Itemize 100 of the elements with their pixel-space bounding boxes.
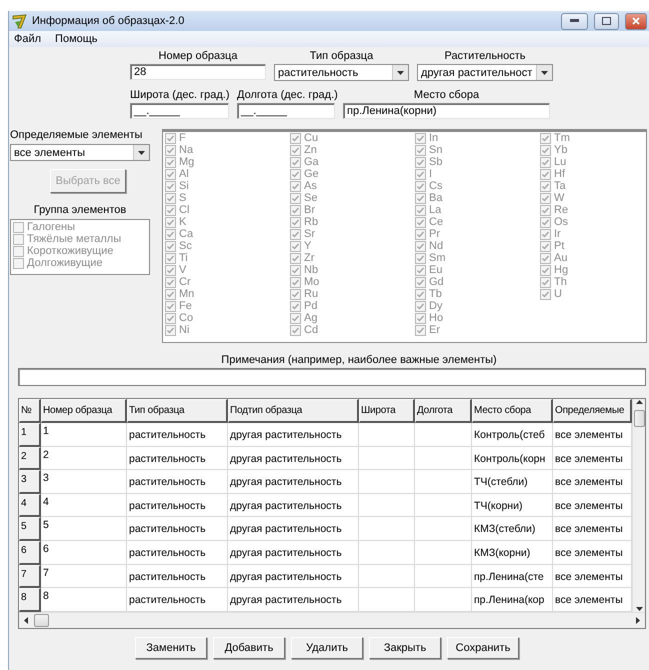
table-cell: пр.Ленина(сте: [472, 564, 553, 588]
table-cell: [359, 423, 415, 447]
action-button[interactable]: Сохранить: [447, 637, 519, 659]
column-header[interactable]: Подтип образца: [228, 399, 359, 423]
checkbox-label: Hf: [554, 168, 565, 180]
checkbox-label: K: [179, 216, 186, 228]
checkbox-label: Ho: [429, 312, 444, 324]
action-button[interactable]: Добавить: [213, 637, 285, 659]
table-cell: [415, 540, 472, 565]
row-header[interactable]: 4: [19, 494, 41, 518]
row-header[interactable]: 6: [19, 540, 41, 565]
elements-dropdown[interactable]: все элементы: [10, 144, 150, 161]
checkbox-label: Mo: [304, 276, 320, 288]
table-cell: растительность: [127, 540, 228, 565]
table-cell: [415, 517, 472, 541]
table-cell: Контроль(корн: [472, 446, 553, 470]
table-cell: растительность: [127, 423, 228, 447]
row-header[interactable]: 8: [19, 588, 41, 612]
column-header[interactable]: Широта: [359, 399, 415, 423]
sample-type-dropdown[interactable]: растительность: [274, 64, 409, 81]
table-cell: 6: [41, 540, 127, 565]
table-cell: ТЧ(стебли): [472, 470, 553, 494]
field-label: Примечания (например, наиболее важные элементы): [221, 354, 497, 366]
checkbox-label: Ca: [179, 228, 194, 240]
row-header[interactable]: 2: [19, 446, 41, 470]
place-field[interactable]: пр.Ленина(корни): [343, 103, 550, 119]
maximize-icon: [602, 17, 611, 25]
column-header[interactable]: Место сбора: [472, 399, 553, 423]
checkbox-label: Ga: [304, 156, 319, 168]
checkbox-label: Se: [304, 192, 318, 204]
scroll-thumb[interactable]: [34, 614, 49, 627]
scroll-up-icon: [636, 399, 642, 406]
action-button[interactable]: Заменить: [135, 637, 207, 659]
table-cell: растительность: [127, 446, 228, 470]
checkbox-label: Eu: [429, 264, 442, 276]
table-cell: растительность: [127, 494, 228, 518]
checkbox-label: Тяжёлые металлы: [27, 233, 122, 245]
row-header[interactable]: 7: [19, 564, 41, 588]
close-button[interactable]: [625, 12, 647, 30]
checkbox-label: Zn: [304, 144, 317, 156]
action-button[interactable]: Удалить: [291, 637, 363, 659]
checkbox-label: Er: [429, 324, 440, 336]
row-header[interactable]: 5: [19, 517, 41, 541]
menu-item[interactable]: Файл: [14, 33, 42, 45]
checkbox-label: U: [554, 288, 562, 300]
table-cell: [415, 446, 472, 470]
checkbox-label: Pt: [554, 240, 564, 252]
column-header[interactable]: Долгота: [415, 399, 472, 423]
app-logo-icon: [12, 14, 28, 28]
latitude-field[interactable]: __._____: [130, 103, 229, 119]
dropdown-arrow-icon: [397, 69, 404, 76]
menu-item[interactable]: Помощь: [55, 33, 98, 45]
field-label: Растительность: [443, 50, 527, 62]
checkbox-label: Sb: [429, 156, 442, 168]
window-title: Информация об образцах-2.0: [32, 15, 186, 27]
minimize-button[interactable]: [561, 12, 588, 30]
table-cell: другая растительность: [228, 494, 359, 518]
checkbox-label: Br: [304, 204, 315, 216]
table-cell: растительность: [127, 470, 228, 494]
field-label: Широта (дес. град.): [130, 89, 229, 101]
table-cell: 3: [41, 470, 127, 494]
column-header[interactable]: Номер образца: [41, 399, 127, 423]
table-cell: другая растительность: [228, 564, 359, 588]
checkbox-label: Tb: [429, 288, 442, 300]
checkbox-label: F: [179, 132, 186, 144]
sample-number-field[interactable]: 28: [130, 64, 266, 80]
horizontal-scrollbar[interactable]: [19, 612, 645, 628]
checkbox-label: Fe: [179, 300, 192, 312]
table-cell: растительность: [127, 564, 228, 588]
maximize-button[interactable]: [594, 12, 619, 30]
checkbox-label: Hg: [554, 264, 568, 276]
checkbox-label: Pr: [429, 228, 440, 240]
dropdown-arrow-icon: [138, 149, 145, 156]
row-header[interactable]: 3: [19, 470, 41, 494]
table-cell: КМЗ(стебли): [472, 517, 553, 541]
scroll-thumb[interactable]: [634, 410, 644, 427]
checkbox-label: Mg: [179, 156, 194, 168]
column-header[interactable]: №: [19, 399, 41, 423]
column-header[interactable]: Определяемые: [553, 399, 632, 423]
checkbox-label: Tm: [554, 132, 570, 144]
longitude-field[interactable]: __._____: [237, 103, 335, 119]
row-header[interactable]: 1: [19, 423, 41, 447]
table-cell: КМЗ(корни): [472, 540, 553, 565]
checkbox-label: Sr: [304, 228, 315, 240]
table-cell: другая растительность: [228, 470, 359, 494]
column-header[interactable]: Тип образца: [127, 399, 228, 423]
table-cell: другая растительность: [228, 423, 359, 447]
checkbox-label: Rb: [304, 216, 318, 228]
table-cell: 1: [41, 423, 127, 447]
table-cell: [415, 470, 472, 494]
checkbox-label: Cr: [179, 276, 191, 288]
notes-field[interactable]: [18, 368, 646, 386]
field-label: Номер образца: [158, 50, 238, 62]
checkbox-label: Cd: [304, 324, 318, 336]
checkbox-label: Короткоживущие: [27, 245, 114, 257]
vertical-scrollbar[interactable]: [632, 399, 645, 612]
vegetation-dropdown[interactable]: другая растительност: [417, 64, 553, 81]
checkbox-label: Zr: [304, 252, 314, 264]
action-button[interactable]: Закрыть: [369, 637, 441, 659]
table-cell: 2: [41, 446, 127, 470]
